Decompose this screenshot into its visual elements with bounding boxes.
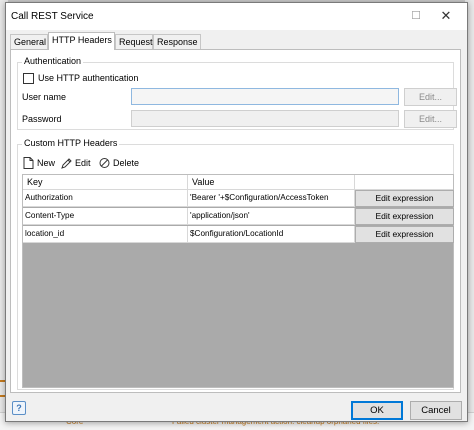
table-row[interactable]: Content-Type 'application/json' Edit exp… xyxy=(23,208,454,225)
column-key-header[interactable]: Key xyxy=(27,177,43,187)
maximize-icon[interactable]: ☐ xyxy=(409,9,423,23)
dialog-title: Call REST Service xyxy=(11,11,94,22)
authentication-group-label: Authentication xyxy=(22,56,84,67)
password-field[interactable] xyxy=(131,110,399,127)
ok-button[interactable]: OK xyxy=(351,401,403,420)
tab-request[interactable]: Request xyxy=(115,34,153,50)
custom-headers-group-label: Custom HTTP Headers xyxy=(22,138,120,149)
header-key-cell[interactable]: Authorization xyxy=(23,190,188,207)
delete-header-button[interactable]: Delete xyxy=(99,157,139,170)
call-rest-service-dialog: Call REST Service ☐ ✕ General HTTP Heade… xyxy=(5,2,468,422)
header-key-cell[interactable]: location_id xyxy=(23,226,188,243)
tab-http-headers[interactable]: HTTP Headers xyxy=(48,32,115,50)
cancel-button[interactable]: Cancel xyxy=(410,401,462,420)
edit-expression-button[interactable]: Edit expression xyxy=(355,208,454,225)
username-label: User name xyxy=(22,92,67,102)
new-header-label: New xyxy=(37,158,56,168)
password-label: Password xyxy=(22,114,62,124)
edit-header-button[interactable]: Edit xyxy=(61,157,91,170)
username-edit-button[interactable]: Edit... xyxy=(404,88,457,106)
new-header-button[interactable]: New xyxy=(23,157,55,170)
username-field[interactable] xyxy=(131,88,399,105)
grid-header: Key Value xyxy=(23,175,453,190)
close-icon[interactable]: ✕ xyxy=(438,8,454,24)
new-document-icon xyxy=(23,157,34,169)
use-http-auth-checkbox[interactable] xyxy=(23,73,34,84)
password-edit-button[interactable]: Edit... xyxy=(404,110,457,128)
table-row[interactable]: location_id $Configuration/LocationId Ed… xyxy=(23,226,454,243)
delete-header-label: Delete xyxy=(113,158,140,168)
column-value-header[interactable]: Value xyxy=(192,177,214,187)
edit-expression-button[interactable]: Edit expression xyxy=(355,190,454,207)
delete-icon xyxy=(99,157,110,169)
column-divider[interactable] xyxy=(354,175,355,190)
help-button[interactable]: ? xyxy=(12,401,26,415)
headers-grid[interactable]: Key Value Authorization 'Bearer '+$Confi… xyxy=(22,174,454,388)
table-row[interactable]: Authorization 'Bearer '+$Configuration/A… xyxy=(23,190,454,207)
header-value-cell[interactable]: 'Bearer '+$Configuration/AccessToken xyxy=(188,190,355,207)
header-key-cell[interactable]: Content-Type xyxy=(23,208,188,225)
tab-response[interactable]: Response xyxy=(153,34,201,50)
header-value-cell[interactable]: 'application/json' xyxy=(188,208,355,225)
column-divider[interactable] xyxy=(187,175,188,190)
pencil-icon xyxy=(61,157,72,169)
use-http-auth-label: Use HTTP authentication xyxy=(38,73,139,83)
header-value-cell[interactable]: $Configuration/LocationId xyxy=(188,226,355,243)
tab-general[interactable]: General xyxy=(10,34,48,50)
edit-header-label: Edit xyxy=(75,158,91,168)
title-bar: Call REST Service ☐ ✕ xyxy=(6,3,467,30)
edit-expression-button[interactable]: Edit expression xyxy=(355,226,454,243)
